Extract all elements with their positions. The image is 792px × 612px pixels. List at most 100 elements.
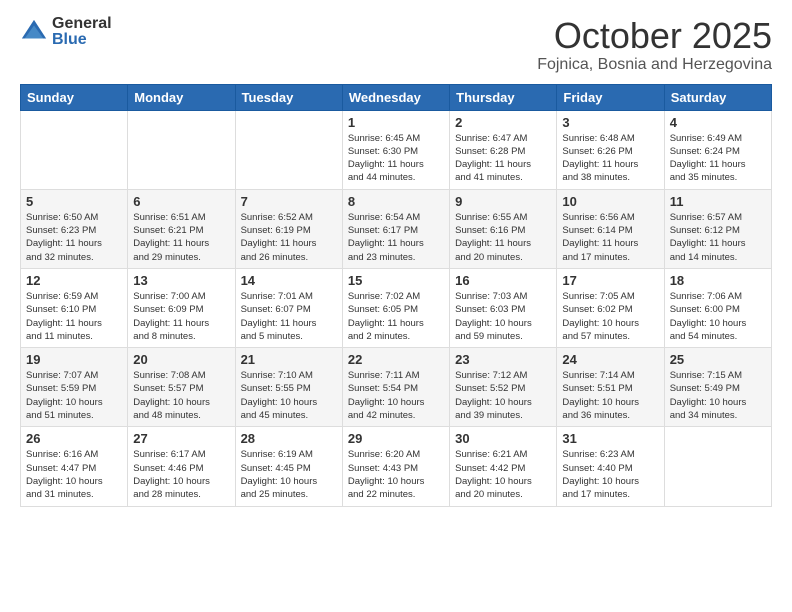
page: General Blue October 2025 Fojnica, Bosni… — [0, 0, 792, 612]
day-info: Sunrise: 6:49 AM Sunset: 6:24 PM Dayligh… — [670, 132, 766, 185]
calendar-cell: 8 Sunrise: 6:54 AM Sunset: 6:17 PM Daylig… — [342, 189, 449, 268]
calendar-cell: 1 Sunrise: 6:45 AM Sunset: 6:30 PM Daylig… — [342, 110, 449, 189]
calendar-cell: 17Sunrise: 7:05 AM Sunset: 6:02 PM Dayli… — [557, 268, 664, 347]
day-info: Sunrise: 6:23 AM Sunset: 4:40 PM Dayligh… — [562, 448, 658, 501]
day-number: 15 — [348, 273, 444, 288]
day-info: Sunrise: 6:56 AM Sunset: 6:14 PM Dayligh… — [562, 211, 658, 264]
calendar-cell: 24 Sunrise: 7:14 AM Sunset: 5:51 PM Dayli… — [557, 348, 664, 427]
logo-blue-text: Blue — [52, 31, 87, 48]
day-number: 27 — [133, 431, 229, 446]
day-header-wednesday: Wednesday — [342, 84, 449, 110]
day-number: 21 — [241, 352, 337, 367]
day-number: 4 — [670, 115, 766, 130]
day-info: Sunrise: 7:03 AM Sunset: 6:03 PM Dayligh… — [455, 290, 551, 343]
day-number: 20 — [133, 352, 229, 367]
day-info: Sunrise: 6:51 AM Sunset: 6:21 PM Dayligh… — [133, 211, 229, 264]
calendar-cell: 10 Sunrise: 6:56 AM Sunset: 6:14 PM Dayli… — [557, 189, 664, 268]
calendar-cell: 4 Sunrise: 6:49 AM Sunset: 6:24 PM Daylig… — [664, 110, 771, 189]
calendar-cell — [235, 110, 342, 189]
day-info: Sunrise: 6:54 AM Sunset: 6:17 PM Dayligh… — [348, 211, 444, 264]
day-info: Sunrise: 6:52 AM Sunset: 6:19 PM Dayligh… — [241, 211, 337, 264]
day-number: 1 — [348, 115, 444, 130]
day-info: Sunrise: 7:15 AM Sunset: 5:49 PM Dayligh… — [670, 369, 766, 422]
calendar-header-row: SundayMondayTuesdayWednesdayThursdayFrid… — [21, 84, 772, 110]
calendar-cell: 15 Sunrise: 7:02 AM Sunset: 6:05 PM Dayli… — [342, 268, 449, 347]
calendar-cell: 19 Sunrise: 7:07 AM Sunset: 5:59 PM Dayli… — [21, 348, 128, 427]
calendar-week-1: 5 Sunrise: 6:50 AM Sunset: 6:23 PM Daylig… — [21, 189, 772, 268]
day-header-sunday: Sunday — [21, 84, 128, 110]
calendar-cell: 30Sunrise: 6:21 AM Sunset: 4:42 PM Dayli… — [450, 427, 557, 506]
calendar-cell: 20 Sunrise: 7:08 AM Sunset: 5:57 PM Dayli… — [128, 348, 235, 427]
day-number: 31 — [562, 431, 658, 446]
day-number: 7 — [241, 194, 337, 209]
calendar-cell: 3 Sunrise: 6:48 AM Sunset: 6:26 PM Daylig… — [557, 110, 664, 189]
calendar-cell: 16 Sunrise: 7:03 AM Sunset: 6:03 PM Dayli… — [450, 268, 557, 347]
calendar-cell: 13Sunrise: 7:00 AM Sunset: 6:09 PM Dayli… — [128, 268, 235, 347]
calendar-cell: 28Sunrise: 6:19 AM Sunset: 4:45 PM Dayli… — [235, 427, 342, 506]
day-header-saturday: Saturday — [664, 84, 771, 110]
day-info: Sunrise: 7:10 AM Sunset: 5:55 PM Dayligh… — [241, 369, 337, 422]
calendar-cell: 9 Sunrise: 6:55 AM Sunset: 6:16 PM Daylig… — [450, 189, 557, 268]
day-info: Sunrise: 6:47 AM Sunset: 6:28 PM Dayligh… — [455, 132, 551, 185]
calendar-cell: 31 Sunrise: 6:23 AM Sunset: 4:40 PM Dayli… — [557, 427, 664, 506]
day-number: 10 — [562, 194, 658, 209]
calendar-cell: 23 Sunrise: 7:12 AM Sunset: 5:52 PM Dayli… — [450, 348, 557, 427]
day-header-thursday: Thursday — [450, 84, 557, 110]
calendar-cell: 12Sunrise: 6:59 AM Sunset: 6:10 PM Dayli… — [21, 268, 128, 347]
day-number: 5 — [26, 194, 122, 209]
day-number: 28 — [241, 431, 337, 446]
calendar-table: SundayMondayTuesdayWednesdayThursdayFrid… — [20, 84, 772, 507]
day-info: Sunrise: 6:57 AM Sunset: 6:12 PM Dayligh… — [670, 211, 766, 264]
calendar-cell — [664, 427, 771, 506]
day-header-monday: Monday — [128, 84, 235, 110]
day-number: 30 — [455, 431, 551, 446]
day-number: 24 — [562, 352, 658, 367]
calendar-cell: 6 Sunrise: 6:51 AM Sunset: 6:21 PM Daylig… — [128, 189, 235, 268]
day-header-friday: Friday — [557, 84, 664, 110]
calendar-cell: 27 Sunrise: 6:17 AM Sunset: 4:46 PM Dayli… — [128, 427, 235, 506]
calendar-week-4: 26Sunrise: 6:16 AM Sunset: 4:47 PM Dayli… — [21, 427, 772, 506]
day-number: 18 — [670, 273, 766, 288]
day-info: Sunrise: 6:55 AM Sunset: 6:16 PM Dayligh… — [455, 211, 551, 264]
calendar-cell — [128, 110, 235, 189]
calendar-cell: 2 Sunrise: 6:47 AM Sunset: 6:28 PM Daylig… — [450, 110, 557, 189]
day-info: Sunrise: 6:45 AM Sunset: 6:30 PM Dayligh… — [348, 132, 444, 185]
day-number: 19 — [26, 352, 122, 367]
logo-icon — [20, 18, 48, 46]
day-number: 8 — [348, 194, 444, 209]
day-info: Sunrise: 7:01 AM Sunset: 6:07 PM Dayligh… — [241, 290, 337, 343]
day-number: 6 — [133, 194, 229, 209]
day-info: Sunrise: 6:48 AM Sunset: 6:26 PM Dayligh… — [562, 132, 658, 185]
logo-general-text: General — [52, 15, 112, 32]
day-info: Sunrise: 7:12 AM Sunset: 5:52 PM Dayligh… — [455, 369, 551, 422]
day-number: 25 — [670, 352, 766, 367]
day-number: 2 — [455, 115, 551, 130]
day-info: Sunrise: 6:20 AM Sunset: 4:43 PM Dayligh… — [348, 448, 444, 501]
day-info: Sunrise: 7:11 AM Sunset: 5:54 PM Dayligh… — [348, 369, 444, 422]
calendar-cell: 26Sunrise: 6:16 AM Sunset: 4:47 PM Dayli… — [21, 427, 128, 506]
day-info: Sunrise: 7:02 AM Sunset: 6:05 PM Dayligh… — [348, 290, 444, 343]
calendar-cell: 5 Sunrise: 6:50 AM Sunset: 6:23 PM Daylig… — [21, 189, 128, 268]
calendar-cell: 29Sunrise: 6:20 AM Sunset: 4:43 PM Dayli… — [342, 427, 449, 506]
day-info: Sunrise: 7:06 AM Sunset: 6:00 PM Dayligh… — [670, 290, 766, 343]
day-info: Sunrise: 7:08 AM Sunset: 5:57 PM Dayligh… — [133, 369, 229, 422]
header: General Blue October 2025 Fojnica, Bosni… — [20, 16, 772, 74]
day-number: 14 — [241, 273, 337, 288]
calendar-week-3: 19 Sunrise: 7:07 AM Sunset: 5:59 PM Dayli… — [21, 348, 772, 427]
calendar-cell: 11Sunrise: 6:57 AM Sunset: 6:12 PM Dayli… — [664, 189, 771, 268]
day-number: 26 — [26, 431, 122, 446]
day-number: 3 — [562, 115, 658, 130]
day-number: 16 — [455, 273, 551, 288]
day-number: 9 — [455, 194, 551, 209]
day-number: 22 — [348, 352, 444, 367]
day-info: Sunrise: 7:07 AM Sunset: 5:59 PM Dayligh… — [26, 369, 122, 422]
day-info: Sunrise: 7:14 AM Sunset: 5:51 PM Dayligh… — [562, 369, 658, 422]
day-info: Sunrise: 6:50 AM Sunset: 6:23 PM Dayligh… — [26, 211, 122, 264]
day-info: Sunrise: 6:17 AM Sunset: 4:46 PM Dayligh… — [133, 448, 229, 501]
day-number: 13 — [133, 273, 229, 288]
calendar-week-0: 1 Sunrise: 6:45 AM Sunset: 6:30 PM Daylig… — [21, 110, 772, 189]
calendar-cell: 22 Sunrise: 7:11 AM Sunset: 5:54 PM Dayli… — [342, 348, 449, 427]
day-number: 17 — [562, 273, 658, 288]
day-number: 23 — [455, 352, 551, 367]
logo: General Blue — [20, 16, 112, 48]
